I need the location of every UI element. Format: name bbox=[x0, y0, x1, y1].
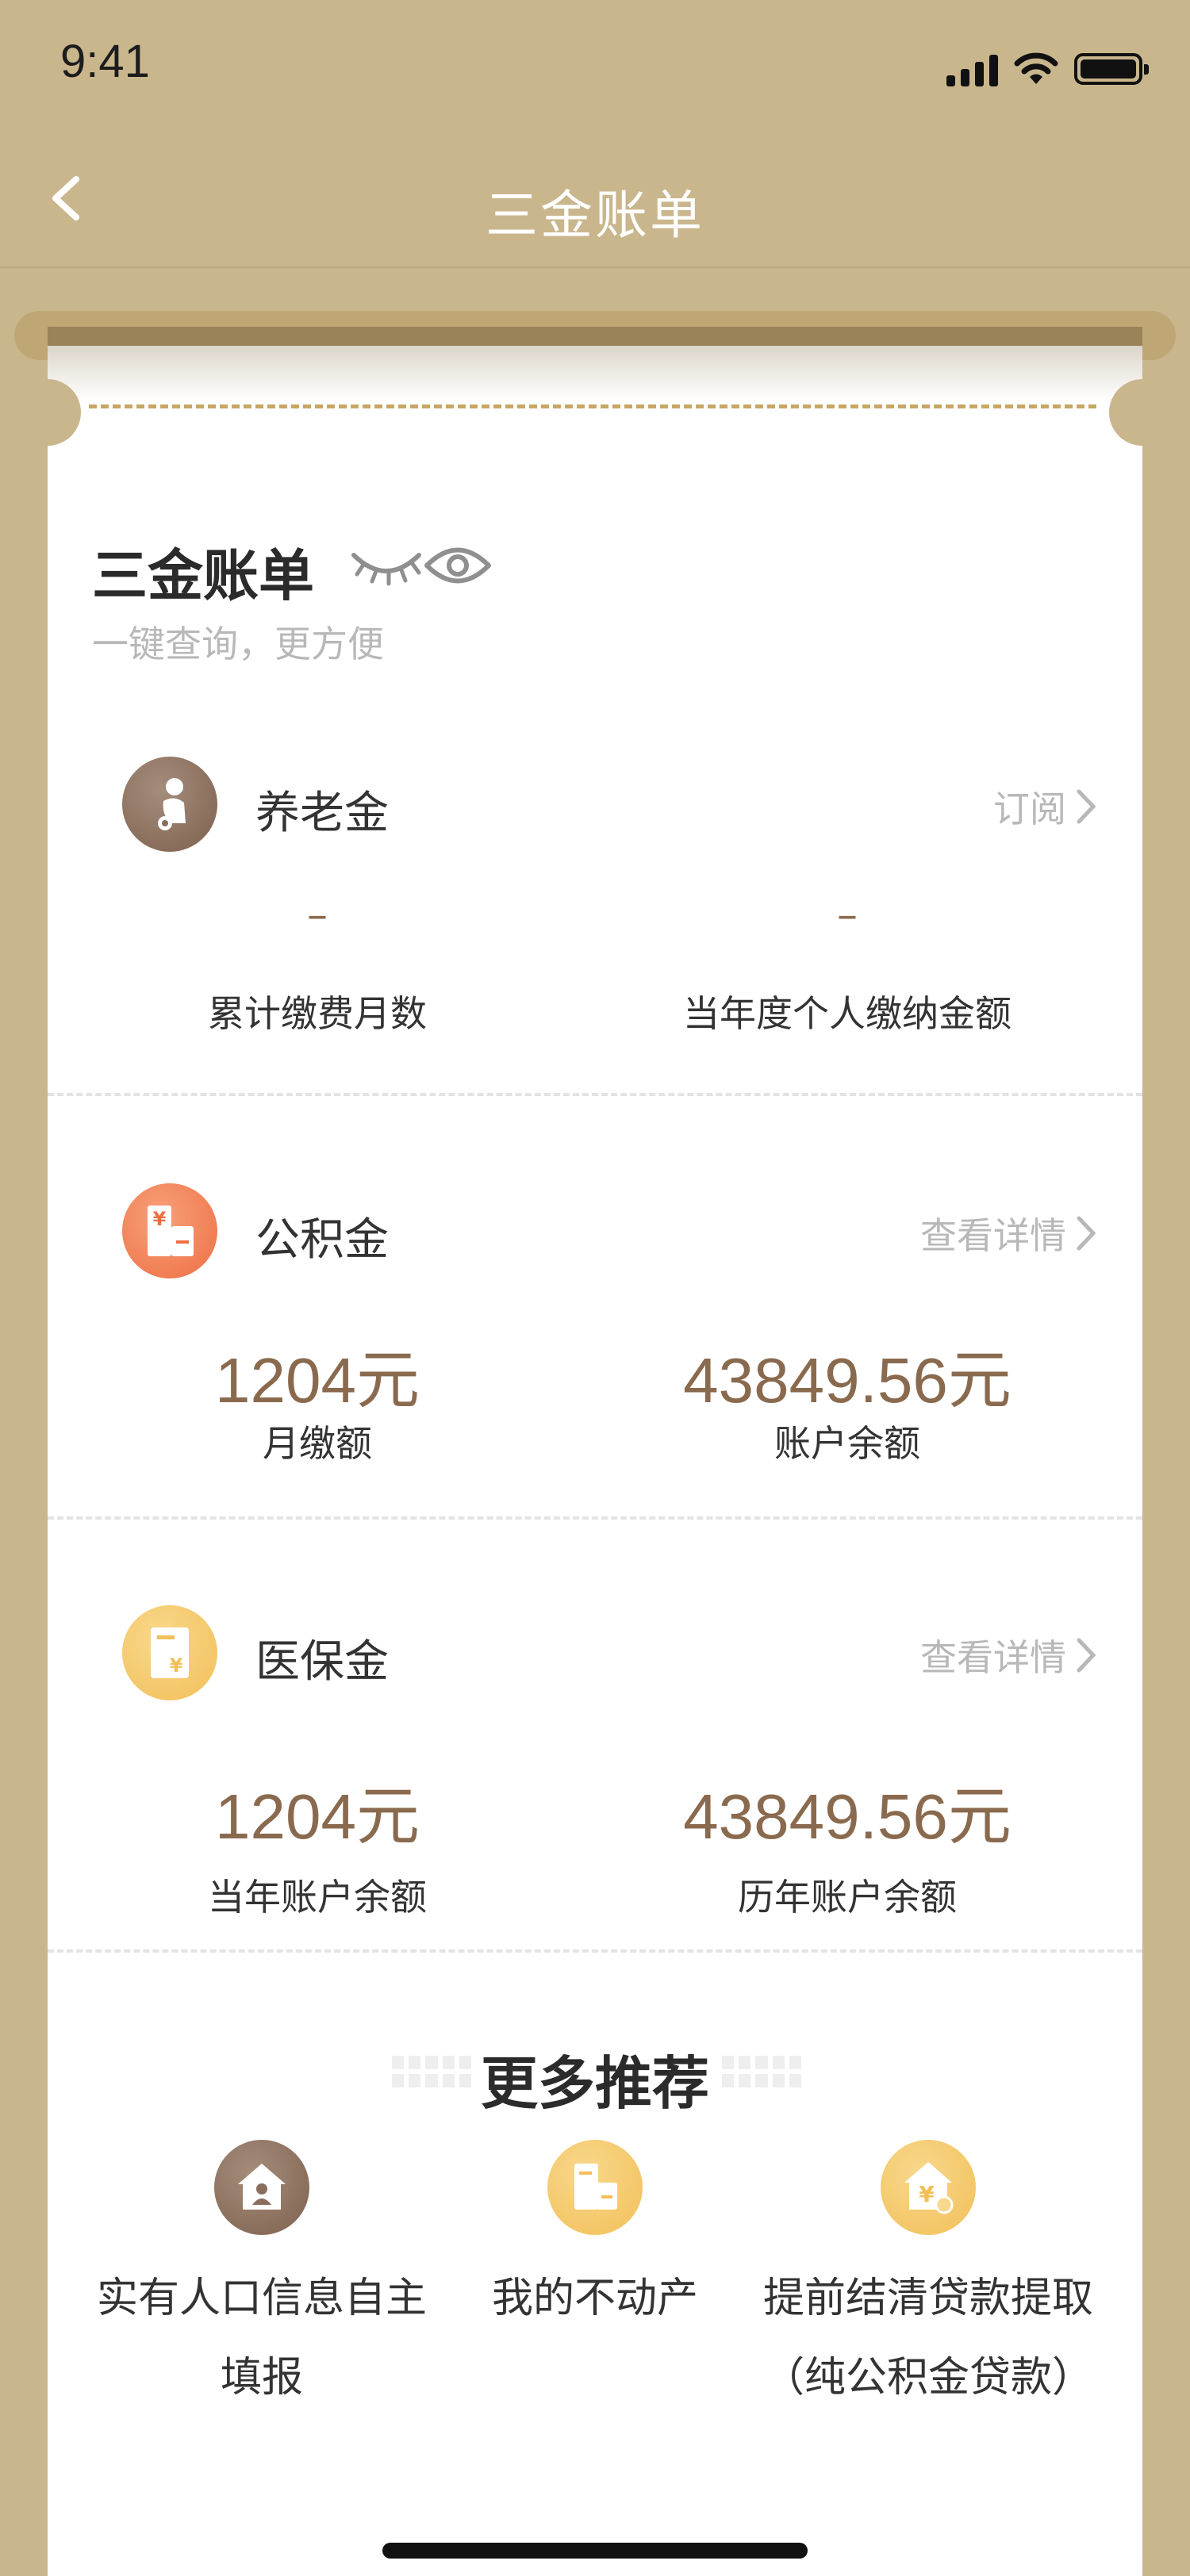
medical-current-year-label: 当年账户余额 bbox=[208, 1876, 427, 1919]
recommendation-label: 我的不动产 bbox=[491, 2275, 698, 2322]
details-label: 查看详情 bbox=[920, 1214, 1066, 1257]
card-subtitle: 一键查询，更方便 bbox=[92, 623, 384, 665]
section-divider bbox=[48, 1949, 1142, 1953]
housing-fund-details-link[interactable]: 查看详情 bbox=[920, 1207, 1098, 1259]
housing-monthly-value: 1204元 bbox=[215, 1345, 420, 1416]
chevron-right-icon bbox=[1077, 1216, 1096, 1251]
chevron-right-icon bbox=[1077, 1638, 1096, 1673]
nav-bar: 三金账单 bbox=[0, 127, 1190, 268]
medical-current-year-value: 1204元 bbox=[215, 1781, 420, 1852]
section-divider bbox=[48, 1093, 1142, 1096]
house-person-icon bbox=[214, 2140, 309, 2235]
tear-line bbox=[89, 404, 1096, 408]
title-decoration-right bbox=[722, 2056, 801, 2087]
housing-balance-label: 账户余额 bbox=[774, 1422, 920, 1465]
svg-text:¥: ¥ bbox=[919, 2181, 935, 2207]
eye-open-icon[interactable] bbox=[424, 538, 492, 593]
more-recommendations-title: 更多推荐 bbox=[480, 2050, 709, 2117]
medical-insurance-icon: ¥ bbox=[122, 1605, 217, 1700]
pension-amount-value: – bbox=[837, 891, 858, 939]
medical-history-label: 历年账户余额 bbox=[738, 1876, 957, 1919]
recommendation-label: 提前结清贷款提取 （纯公积金贷款） bbox=[762, 2275, 1093, 2402]
status-bar: 9:41 bbox=[0, 0, 1190, 127]
wifi-icon bbox=[1014, 52, 1058, 84]
nav-title: 三金账单 bbox=[486, 185, 704, 246]
pension-months-value: – bbox=[307, 891, 328, 939]
housing-fund-name: 公积金 bbox=[255, 1214, 389, 1266]
paper-notch-right bbox=[1109, 379, 1176, 446]
house-yen-icon: ¥ bbox=[881, 2140, 976, 2235]
paper-notch-left bbox=[14, 379, 81, 446]
medical-details-link[interactable]: 查看详情 bbox=[920, 1629, 1098, 1681]
eye-closed-icon[interactable] bbox=[349, 541, 424, 588]
svg-text:¥: ¥ bbox=[170, 1654, 183, 1677]
housing-monthly-label: 月缴额 bbox=[263, 1422, 372, 1465]
section-divider bbox=[48, 1516, 1142, 1520]
property-document-icon bbox=[547, 2140, 643, 2235]
scroll-rod-inner bbox=[48, 327, 1142, 346]
housing-fund-icon: ¥ bbox=[122, 1183, 217, 1278]
card-title: 三金账单 bbox=[92, 543, 314, 608]
cellular-signal-icon bbox=[946, 52, 998, 86]
pension-amount-label: 当年度个人缴纳金额 bbox=[683, 992, 1012, 1035]
chevron-right-icon bbox=[1077, 789, 1096, 824]
status-time: 9:41 bbox=[60, 36, 150, 87]
subscribe-label: 订阅 bbox=[993, 788, 1066, 830]
recommendation-label: 实有人口信息自主 填报 bbox=[96, 2275, 427, 2402]
pension-months-label: 累计缴费月数 bbox=[208, 992, 427, 1035]
status-icons bbox=[946, 49, 1149, 89]
housing-balance-value: 43849.56元 bbox=[683, 1345, 1012, 1416]
pension-subscribe-link[interactable]: 订阅 bbox=[993, 780, 1098, 833]
details-label: 查看详情 bbox=[920, 1636, 1066, 1679]
medical-history-value: 43849.56元 bbox=[683, 1781, 1012, 1852]
svg-text:¥: ¥ bbox=[153, 1208, 167, 1230]
pension-name: 养老金 bbox=[255, 788, 389, 839]
battery-icon bbox=[1074, 53, 1149, 85]
home-indicator[interactable] bbox=[382, 2543, 808, 2559]
paper-shadow bbox=[48, 345, 1142, 401]
pension-icon bbox=[122, 757, 217, 852]
medical-name: 医保金 bbox=[255, 1636, 389, 1688]
